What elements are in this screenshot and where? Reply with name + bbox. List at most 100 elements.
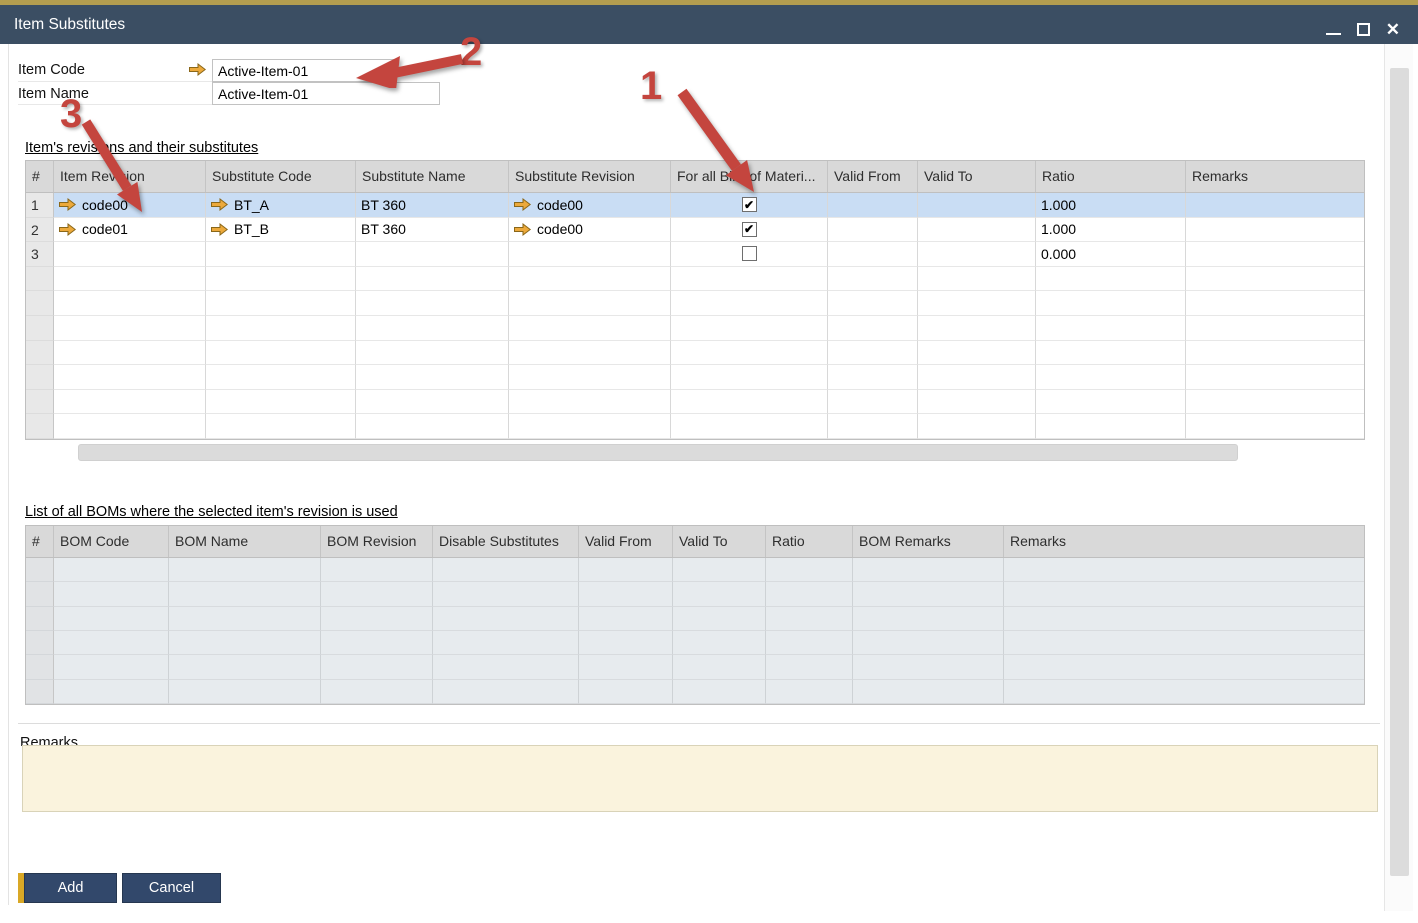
grid-cell[interactable] [509, 242, 671, 267]
grid-cell[interactable] [1186, 341, 1365, 366]
grid-cell[interactable] [918, 414, 1036, 439]
grid-cell[interactable] [206, 341, 356, 366]
grid-cell[interactable]: BT 360 [356, 193, 509, 218]
grid-cell[interactable] [1186, 193, 1365, 218]
grid-cell[interactable] [1036, 365, 1186, 390]
grid-cell[interactable] [828, 390, 918, 415]
grid-cell[interactable] [206, 414, 356, 439]
grid-cell[interactable] [356, 267, 509, 292]
titlebar[interactable]: Item Substitutes ✕ [0, 5, 1418, 44]
grid-cell[interactable] [671, 316, 828, 341]
grid-cell[interactable] [918, 218, 1036, 243]
grid-cell[interactable]: 0.000 [1036, 242, 1186, 267]
minimize-icon[interactable] [1326, 33, 1341, 35]
close-icon[interactable]: ✕ [1386, 21, 1400, 38]
grid-cell[interactable] [1036, 414, 1186, 439]
grid-cell[interactable] [206, 291, 356, 316]
grid-cell[interactable] [54, 267, 206, 292]
grid-cell[interactable] [356, 242, 509, 267]
grid-cell[interactable] [671, 242, 828, 267]
row-number[interactable]: 2 [26, 218, 54, 243]
grid-cell[interactable] [356, 291, 509, 316]
grid-cell[interactable] [1036, 390, 1186, 415]
grid-cell[interactable]: code00 [509, 218, 671, 243]
grid-cell[interactable]: code01 [54, 218, 206, 243]
grid-cell[interactable] [918, 390, 1036, 415]
grid-cell[interactable] [671, 414, 828, 439]
grid-cell[interactable] [54, 316, 206, 341]
row-number[interactable]: 3 [26, 242, 54, 267]
vertical-scrollbar-thumb[interactable] [1390, 68, 1409, 876]
grid-cell[interactable] [671, 341, 828, 366]
grid-cell[interactable] [918, 193, 1036, 218]
grid-cell[interactable]: BT 360 [356, 218, 509, 243]
grid-cell[interactable] [828, 414, 918, 439]
grid-cell[interactable] [356, 414, 509, 439]
grid-cell[interactable] [1036, 316, 1186, 341]
grid-cell[interactable]: 1.000 [1036, 218, 1186, 243]
grid-cell[interactable] [918, 267, 1036, 292]
grid-cell[interactable]: ✔ [671, 218, 828, 243]
grid-cell[interactable] [1186, 365, 1365, 390]
grid-cell[interactable] [509, 341, 671, 366]
grid-cell[interactable] [54, 291, 206, 316]
link-arrow-icon[interactable] [211, 198, 228, 211]
grid-cell[interactable] [671, 267, 828, 292]
grid-cell[interactable] [356, 390, 509, 415]
grid-cell[interactable] [1036, 267, 1186, 292]
grid-cell[interactable] [206, 242, 356, 267]
grid-cell[interactable]: BT_B [206, 218, 356, 243]
grid-cell[interactable] [671, 390, 828, 415]
grid-cell[interactable] [356, 316, 509, 341]
grid-cell[interactable] [1186, 414, 1365, 439]
grid-cell[interactable] [206, 267, 356, 292]
link-arrow-icon[interactable] [514, 198, 531, 211]
checkbox-checked[interactable]: ✔ [742, 197, 757, 212]
grid-cell[interactable] [509, 291, 671, 316]
checkbox-checked[interactable]: ✔ [742, 222, 757, 237]
grid-cell[interactable] [828, 316, 918, 341]
link-arrow-icon[interactable] [211, 223, 228, 236]
grid-cell[interactable] [828, 267, 918, 292]
grid-cell[interactable] [918, 341, 1036, 366]
grid-cell[interactable] [1036, 341, 1186, 366]
grid-cell[interactable] [1186, 242, 1365, 267]
grid-cell[interactable] [918, 365, 1036, 390]
grid-cell[interactable] [509, 365, 671, 390]
grid-cell[interactable] [918, 242, 1036, 267]
maximize-icon[interactable] [1357, 23, 1370, 36]
grid-cell[interactable] [828, 193, 918, 218]
grid-cell[interactable] [54, 242, 206, 267]
grid-cell[interactable] [356, 341, 509, 366]
grid-cell[interactable] [206, 390, 356, 415]
grid-cell[interactable] [1186, 316, 1365, 341]
grid-cell[interactable] [54, 390, 206, 415]
checkbox-unchecked[interactable] [742, 246, 757, 261]
grid-cell[interactable]: 1.000 [1036, 193, 1186, 218]
cancel-button[interactable]: Cancel [122, 873, 221, 903]
link-arrow-icon[interactable] [514, 223, 531, 236]
grid-cell[interactable] [54, 365, 206, 390]
grid-cell[interactable] [509, 390, 671, 415]
grid-cell[interactable]: BT_A [206, 193, 356, 218]
add-button[interactable]: Add [24, 873, 117, 903]
grid-cell[interactable] [509, 414, 671, 439]
link-arrow-icon[interactable] [189, 63, 206, 76]
remarks-textarea[interactable] [22, 745, 1378, 812]
grid-cell[interactable] [54, 341, 206, 366]
vertical-scrollbar-track[interactable] [1384, 44, 1413, 911]
grid-cell[interactable] [671, 365, 828, 390]
grid-cell[interactable] [1186, 291, 1365, 316]
grid-cell[interactable] [671, 291, 828, 316]
horizontal-scrollbar-thumb[interactable] [78, 444, 1238, 461]
grid-cell[interactable] [54, 414, 206, 439]
grid-cell[interactable] [828, 365, 918, 390]
grid-cell[interactable] [509, 267, 671, 292]
row-number[interactable]: 1 [26, 193, 54, 218]
grid-cell[interactable] [356, 365, 509, 390]
grid-cell[interactable] [1186, 218, 1365, 243]
grid-cell[interactable] [918, 316, 1036, 341]
grid-cell[interactable] [1036, 291, 1186, 316]
grid-cell[interactable]: code00 [509, 193, 671, 218]
grid-cell[interactable] [1186, 390, 1365, 415]
